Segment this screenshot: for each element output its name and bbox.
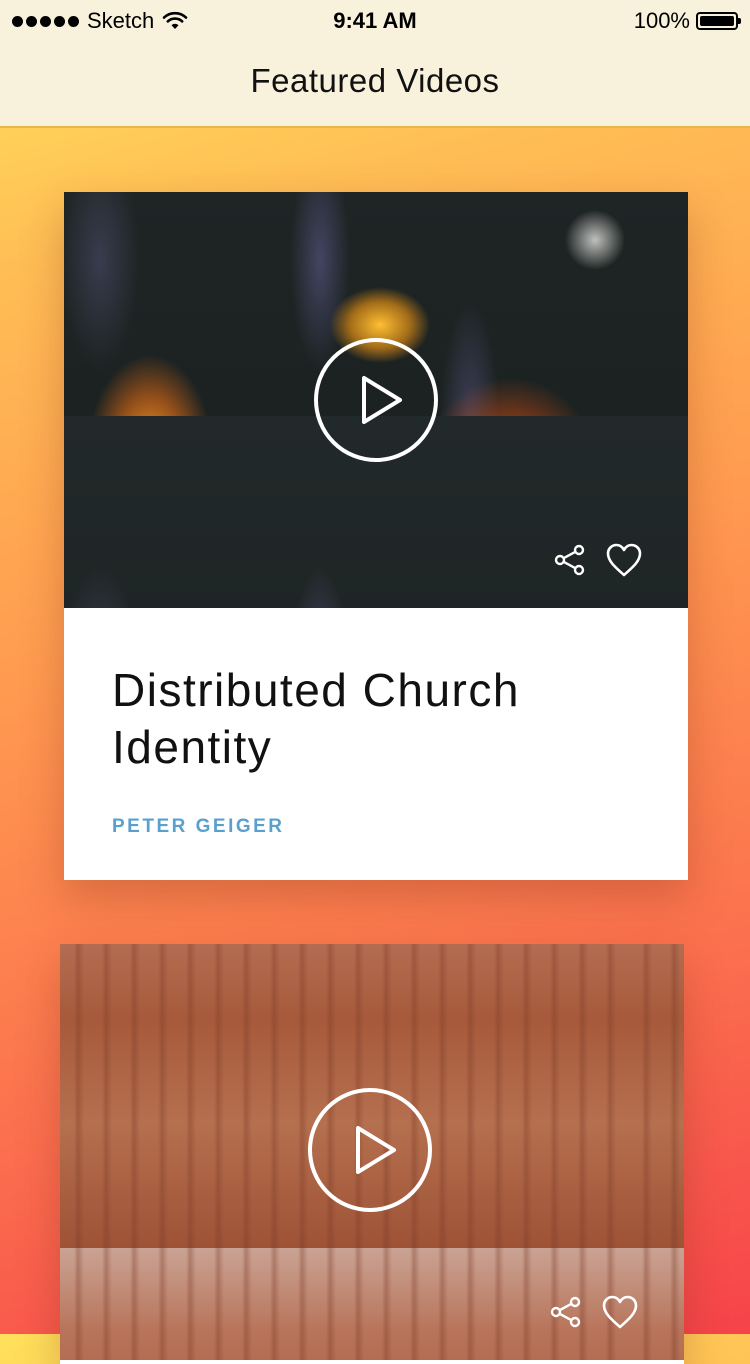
video-author[interactable]: PETER GEIGER	[112, 816, 640, 838]
status-bar-right: 100%	[633, 8, 741, 34]
share-icon[interactable]	[552, 542, 588, 578]
play-button[interactable]	[314, 338, 438, 462]
video-card[interactable]: Distributed Church Identity PETER GEIGER	[64, 192, 688, 880]
card-body: Distributed Church Identity PETER GEIGER	[64, 608, 688, 838]
play-icon	[356, 1126, 396, 1174]
video-thumbnail[interactable]	[60, 944, 684, 1360]
navigation-bar: Featured Videos	[0, 40, 750, 128]
play-button[interactable]	[308, 1088, 432, 1212]
play-icon	[362, 376, 402, 424]
heart-icon[interactable]	[601, 1294, 639, 1330]
video-title[interactable]: Distributed Church Identity	[112, 662, 640, 776]
video-thumbnail[interactable]	[64, 192, 688, 608]
status-bar: Sketch 9:41 AM 100%	[0, 0, 750, 40]
video-card[interactable]	[60, 944, 684, 1364]
page-title: Featured Videos	[250, 62, 500, 99]
heart-icon[interactable]	[605, 542, 643, 578]
share-icon[interactable]	[548, 1294, 584, 1330]
battery-icon	[696, 12, 741, 30]
battery-fill	[700, 16, 734, 26]
battery-percentage: 100%	[633, 8, 690, 33]
